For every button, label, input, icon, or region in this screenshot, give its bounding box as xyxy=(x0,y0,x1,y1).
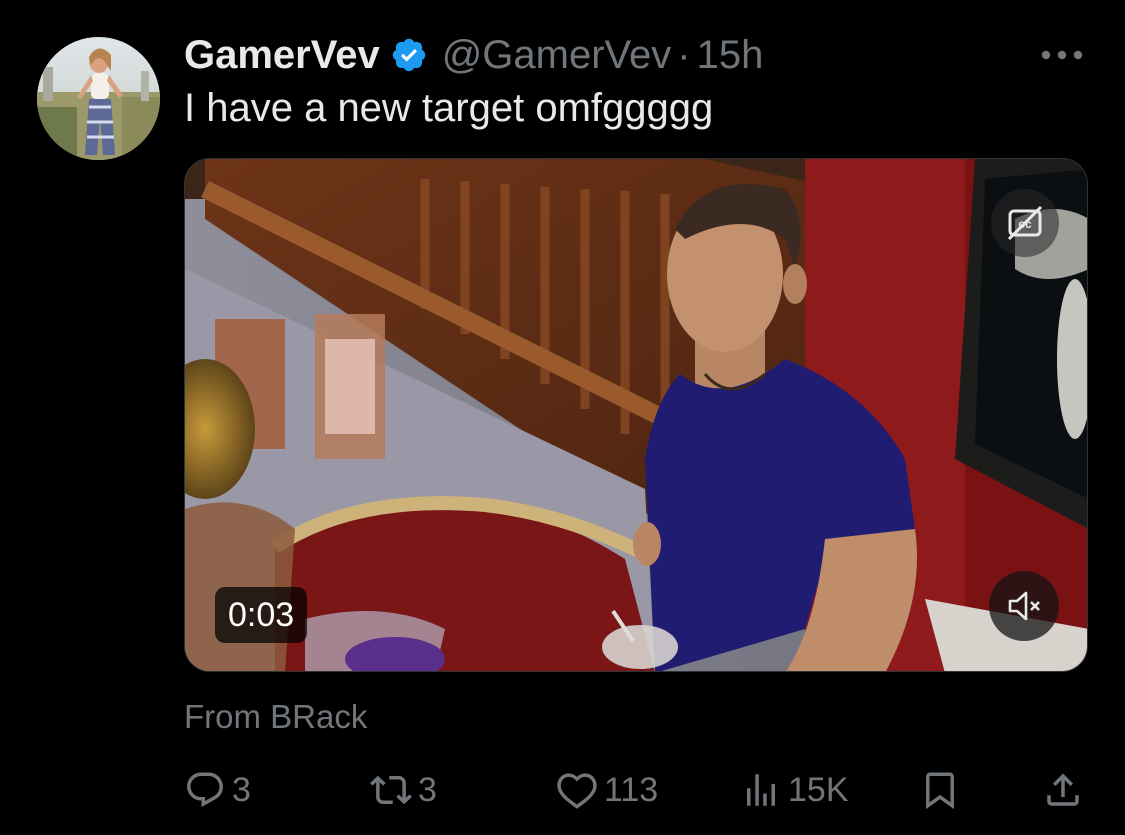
tweet-card[interactable]: GamerVev @GamerVev · 15h I have a new ta… xyxy=(0,0,1125,835)
avatar-image xyxy=(37,37,160,160)
like-button[interactable]: 113 xyxy=(556,765,658,815)
tweet-text: I have a new target omfggggg xyxy=(184,86,714,130)
author-handle[interactable]: @GamerVev xyxy=(442,33,672,78)
views-count: 15K xyxy=(788,770,849,809)
author-avatar[interactable] xyxy=(37,37,160,160)
repost-count: 3 xyxy=(418,770,437,809)
author-display-name[interactable]: GamerVev xyxy=(184,33,380,78)
views-bar-chart-icon xyxy=(747,774,775,806)
repost-button[interactable]: 3 xyxy=(370,765,437,815)
tweet-header: GamerVev @GamerVev · 15h xyxy=(184,30,763,80)
bookmark-button[interactable] xyxy=(919,765,961,815)
share-upload-icon xyxy=(1047,773,1079,806)
reply-button[interactable]: 3 xyxy=(184,765,251,815)
share-button[interactable] xyxy=(1042,765,1084,815)
views-button[interactable]: 15K xyxy=(740,765,849,815)
heart-icon xyxy=(557,773,597,809)
more-options-button[interactable] xyxy=(1038,40,1086,70)
tweet-action-bar: 3 3 113 15K xyxy=(184,765,1088,815)
video-frame xyxy=(185,159,1087,671)
like-count: 113 xyxy=(604,770,659,809)
bookmark-icon xyxy=(926,772,954,810)
closed-captions-off-icon: cc xyxy=(1007,205,1043,241)
video-source-attribution[interactable]: From BRack xyxy=(184,698,367,736)
repost-icon xyxy=(370,775,412,805)
speaker-muted-icon xyxy=(1008,591,1040,621)
reply-bubble-icon xyxy=(187,772,223,807)
unmute-button[interactable] xyxy=(989,571,1059,641)
video-player[interactable]: cc 0:03 xyxy=(184,158,1088,672)
video-timestamp: 0:03 xyxy=(215,587,308,643)
reply-count: 3 xyxy=(232,770,251,809)
captions-toggle-button[interactable]: cc xyxy=(991,189,1059,257)
verified-badge-icon xyxy=(390,36,428,74)
time-separator: · xyxy=(677,32,691,77)
more-horizontal-icon xyxy=(1041,50,1083,60)
tweet-timestamp[interactable]: 15h xyxy=(697,33,764,78)
